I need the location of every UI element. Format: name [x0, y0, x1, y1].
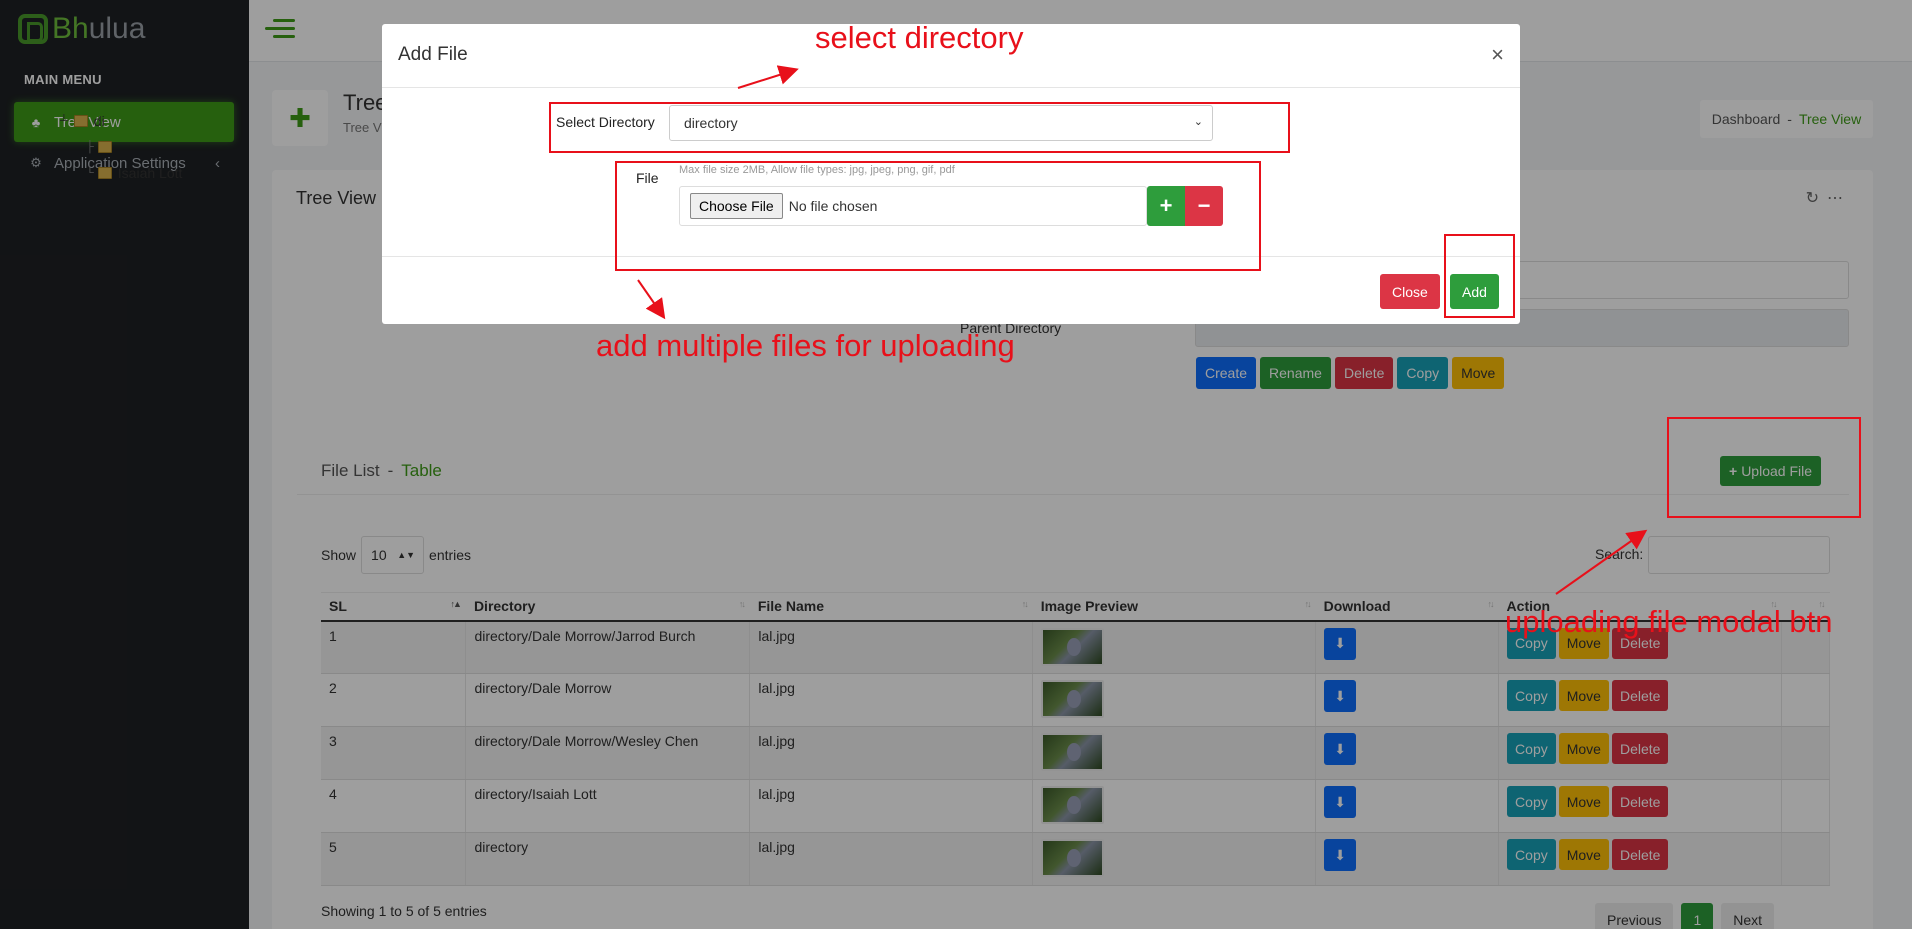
arrow-upload-modal	[1555, 529, 1648, 595]
annotation-arrows	[637, 65, 1648, 595]
arrow-add-multiple	[637, 279, 666, 320]
arrow-select-directory	[737, 65, 799, 89]
